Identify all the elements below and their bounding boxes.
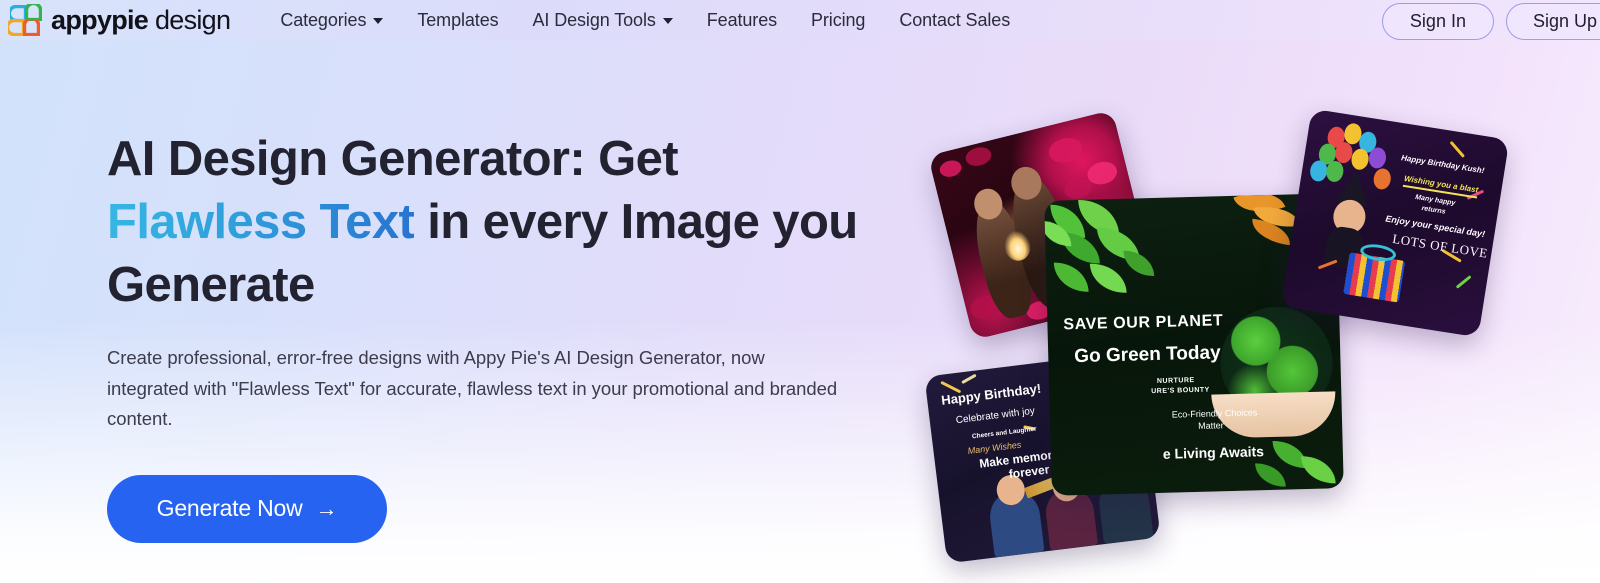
sign-in-label: Sign In	[1409, 11, 1466, 31]
hero-copy: AI Design Generator: Get Flawless Text i…	[107, 128, 917, 543]
planet-card-subtitle: Go Green Today	[1074, 342, 1221, 368]
headline-highlight: Flawless Text	[107, 195, 415, 249]
headline-line-3: Generate	[107, 258, 315, 312]
nav-item-contact-sales[interactable]: Contact Sales	[882, 10, 1027, 31]
auth-buttons: Sign In Sign Up	[1381, 3, 1600, 40]
generate-now-button[interactable]: Generate Now →	[107, 474, 387, 543]
sign-up-button[interactable]: Sign Up	[1505, 3, 1600, 40]
logo[interactable]: appypie design	[8, 3, 231, 38]
nav-label-ai-design-tools: AI Design Tools	[532, 10, 656, 30]
logo-petal-orange-icon	[23, 18, 40, 36]
logo-wordmark: appypie design	[51, 5, 231, 36]
purple-birthday-card[interactable]: Happy Birthday Kush! Wishing you a blast…	[1280, 108, 1510, 338]
headline-line-2-rest: in every Image you	[414, 195, 858, 249]
purple-card-line-3: Many happy	[1414, 193, 1456, 208]
logo-word-design: design	[148, 5, 231, 35]
hero-subtitle: Create professional, error-free designs …	[107, 347, 838, 429]
sign-up-label: Sign Up	[1532, 11, 1597, 31]
birthday-card-line-1: Happy Birthday!	[940, 380, 1042, 408]
hero-card-collage: Happy Cherish Ce... Cheers t... Wishing …	[900, 95, 1600, 583]
site-header: appypie design Categories Templates AI D…	[0, 0, 1600, 41]
planet-card-title: SAVE OUR PLANET	[1063, 312, 1224, 334]
main-navigation: Categories Templates AI Design Tools Fea…	[263, 10, 1027, 31]
birthday-card-line-3: Cheers and Laughter	[971, 425, 1037, 441]
planet-card-line-6: Matter	[1198, 420, 1224, 431]
sign-in-button[interactable]: Sign In	[1381, 3, 1494, 40]
planet-card-line-3: NURTURE	[1156, 376, 1195, 385]
nav-label-templates: Templates	[417, 10, 499, 30]
planet-card-line-4: URE'S BOUNTY	[1151, 386, 1210, 396]
nav-item-templates[interactable]: Templates	[400, 10, 515, 31]
nav-item-pricing[interactable]: Pricing	[794, 10, 882, 31]
nav-label-features: Features	[706, 10, 777, 30]
planet-card-line-7: e Living Awaits	[1162, 443, 1265, 462]
arrow-right-icon: →	[315, 495, 338, 521]
purple-card-line-4: returns	[1421, 205, 1446, 216]
appypie-logo-mark	[8, 3, 46, 38]
nav-label-categories: Categories	[280, 10, 367, 30]
chevron-down-icon[interactable]	[662, 17, 673, 24]
nav-label-pricing: Pricing	[811, 10, 866, 30]
nav-label-contact-sales: Contact Sales	[899, 10, 1011, 30]
generate-now-label: Generate Now	[156, 495, 303, 521]
logo-word-appypie: appypie	[51, 5, 149, 35]
chevron-down-icon[interactable]	[373, 17, 384, 24]
nav-item-features[interactable]: Features	[690, 10, 794, 31]
purple-card-line-1: Happy Birthday Kush!	[1400, 153, 1485, 176]
nav-item-categories[interactable]: Categories	[263, 10, 400, 31]
purple-card-line-2: Wishing you a blast	[1402, 173, 1479, 199]
headline-line-1: AI Design Generator: Get	[107, 132, 679, 186]
birthday-card-line-2: Celebrate with joy	[955, 405, 1036, 427]
page-title: AI Design Generator: Get Flawless Text i…	[107, 128, 917, 317]
hero-page: appypie design Categories Templates AI D…	[0, 0, 1600, 583]
nav-item-ai-design-tools[interactable]: AI Design Tools	[516, 10, 690, 31]
